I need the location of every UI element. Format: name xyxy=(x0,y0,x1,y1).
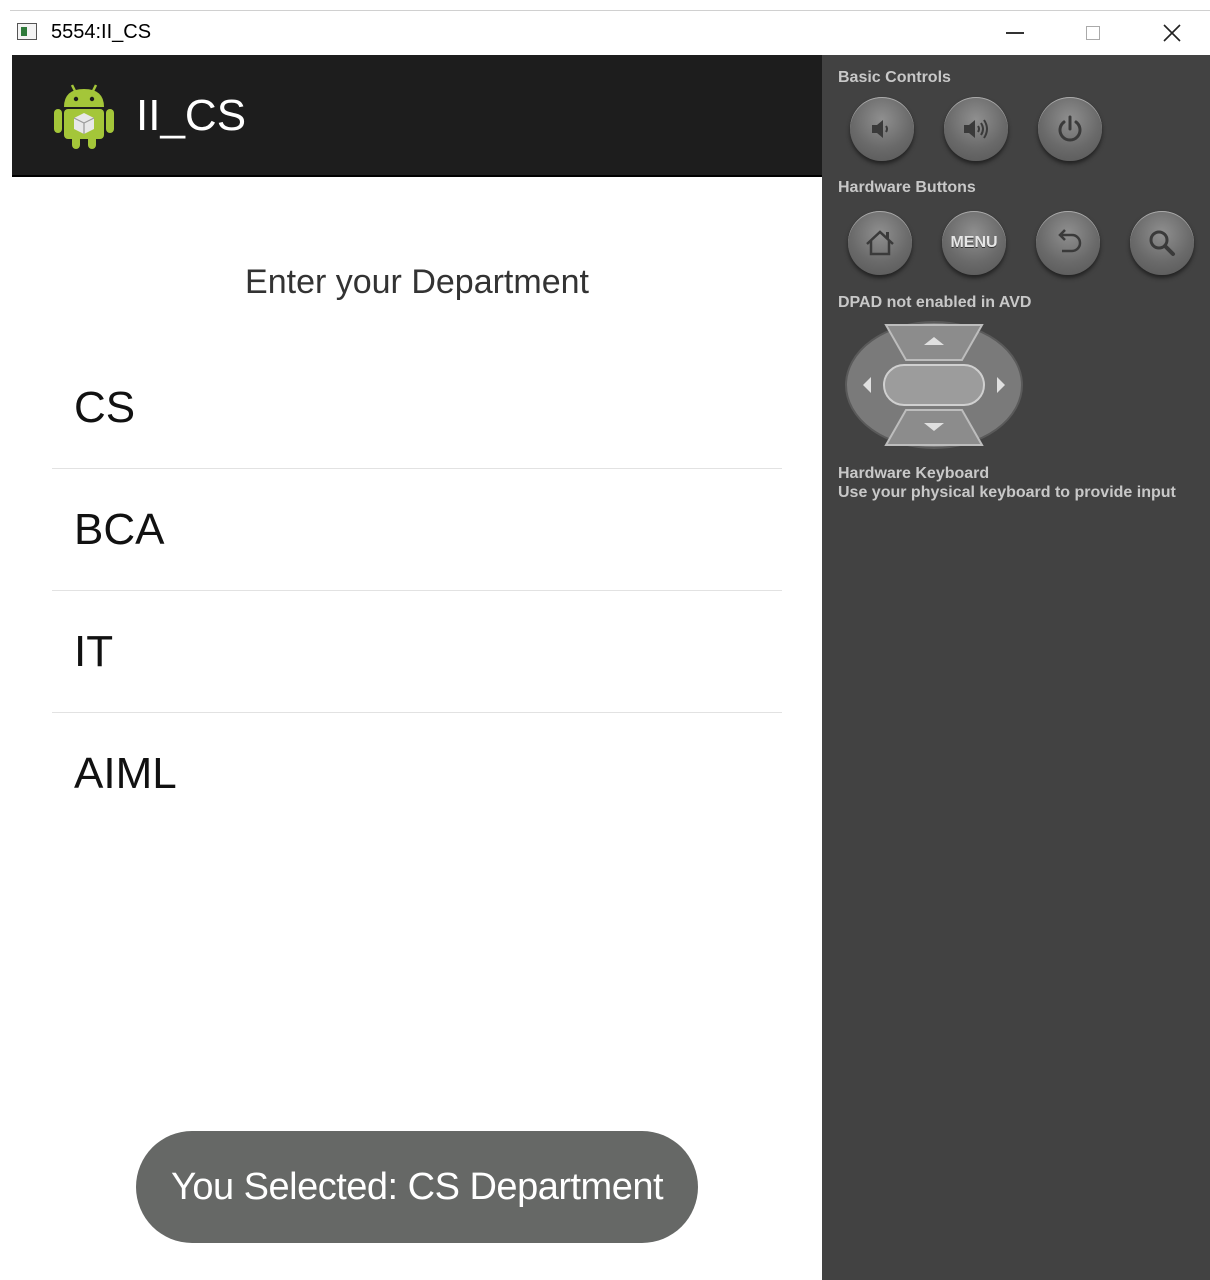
menu-button[interactable]: MENU xyxy=(942,211,1006,275)
volume-up-button[interactable] xyxy=(944,97,1008,161)
maximize-button[interactable] xyxy=(1063,11,1123,55)
home-icon xyxy=(866,230,894,256)
minimize-icon xyxy=(1006,32,1024,34)
power-icon xyxy=(1058,115,1082,142)
action-bar: II_CS xyxy=(12,55,822,177)
menu-button-label: MENU xyxy=(950,234,998,251)
basic-controls-label: Basic Controls xyxy=(838,69,951,86)
volume-down-button[interactable] xyxy=(850,97,914,161)
app-title: II_CS xyxy=(136,91,247,140)
list-item-aiml[interactable]: AIML xyxy=(52,713,782,835)
hardware-keyboard-description: Use your physical keyboard to provide in… xyxy=(838,484,1176,501)
home-button[interactable] xyxy=(848,211,912,275)
window-titlebar[interactable]: 5554:II_CS xyxy=(10,10,1210,55)
close-button[interactable] xyxy=(1142,11,1202,55)
dpad-label: DPAD not enabled in AVD xyxy=(838,294,1032,311)
volume-down-icon xyxy=(872,120,888,138)
hardware-buttons-label: Hardware Buttons xyxy=(838,179,976,196)
maximize-icon xyxy=(1086,26,1100,40)
close-icon xyxy=(1163,24,1181,42)
volume-up-icon xyxy=(964,119,988,139)
selection-toast: You Selected: CS Department xyxy=(136,1131,698,1243)
list-item-bca[interactable]: BCA xyxy=(52,469,782,591)
window-app-icon xyxy=(17,23,37,40)
power-button[interactable] xyxy=(1038,97,1102,161)
device-screen: II_CS Enter your Department CS BCA IT AI… xyxy=(12,55,822,1280)
back-button[interactable] xyxy=(1036,211,1100,275)
department-list: CS BCA IT AIML xyxy=(52,347,782,835)
list-item-cs[interactable]: CS xyxy=(52,347,782,469)
back-icon xyxy=(1058,229,1082,253)
emulator-window: 5554:II_CS II_CS Enter your Department C… xyxy=(10,10,1210,1280)
search-icon xyxy=(1149,230,1175,256)
list-item-it[interactable]: IT xyxy=(52,591,782,713)
department-prompt: Enter your Department xyxy=(245,263,589,301)
search-button[interactable] xyxy=(1130,211,1194,275)
emulator-controls-panel: Basic Controls Hardware Buttons MENU DPA… xyxy=(822,55,1210,1280)
android-logo xyxy=(54,84,114,149)
hardware-keyboard-title: Hardware Keyboard xyxy=(838,465,990,482)
window-title: 5554:II_CS xyxy=(51,21,152,43)
minimize-button[interactable] xyxy=(985,11,1045,55)
dpad[interactable] xyxy=(844,320,1024,450)
